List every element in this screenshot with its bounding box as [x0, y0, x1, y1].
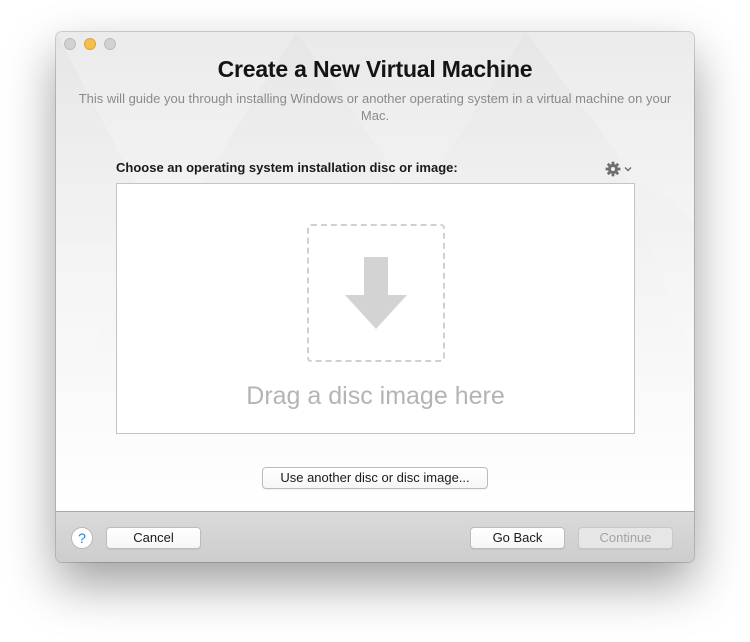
window-controls [64, 38, 116, 50]
use-another-disc-button[interactable]: Use another disc or disc image... [262, 467, 488, 489]
help-button[interactable]: ? [71, 527, 93, 549]
cancel-button[interactable]: Cancel [106, 527, 201, 549]
zoom-window-button[interactable] [104, 38, 116, 50]
minimize-window-button[interactable] [84, 38, 96, 50]
options-menu-button[interactable] [605, 160, 635, 178]
go-back-button[interactable]: Go Back [470, 527, 565, 549]
arrow-down-icon [345, 257, 407, 329]
chevron-down-icon [624, 167, 632, 172]
page-title: Create a New Virtual Machine [217, 56, 533, 82]
assistant-content: Create a New Virtual Machine This will g… [56, 32, 694, 511]
page-subtitle: This will guide you through installing W… [78, 91, 672, 123]
drop-hint-text: Drag a disc image here [246, 382, 505, 410]
close-window-button[interactable] [64, 38, 76, 50]
footer-bar: ? Cancel Go Back Continue [56, 511, 694, 562]
install-source-label: Choose an operating system installation … [116, 160, 458, 175]
continue-button[interactable]: Continue [578, 527, 673, 549]
create-vm-window: Create a New Virtual Machine This will g… [56, 32, 694, 562]
help-icon: ? [78, 530, 86, 546]
disc-image-drop-zone[interactable]: Drag a disc image here [116, 183, 635, 434]
drop-target-outline [307, 224, 445, 362]
gear-icon [605, 161, 621, 177]
